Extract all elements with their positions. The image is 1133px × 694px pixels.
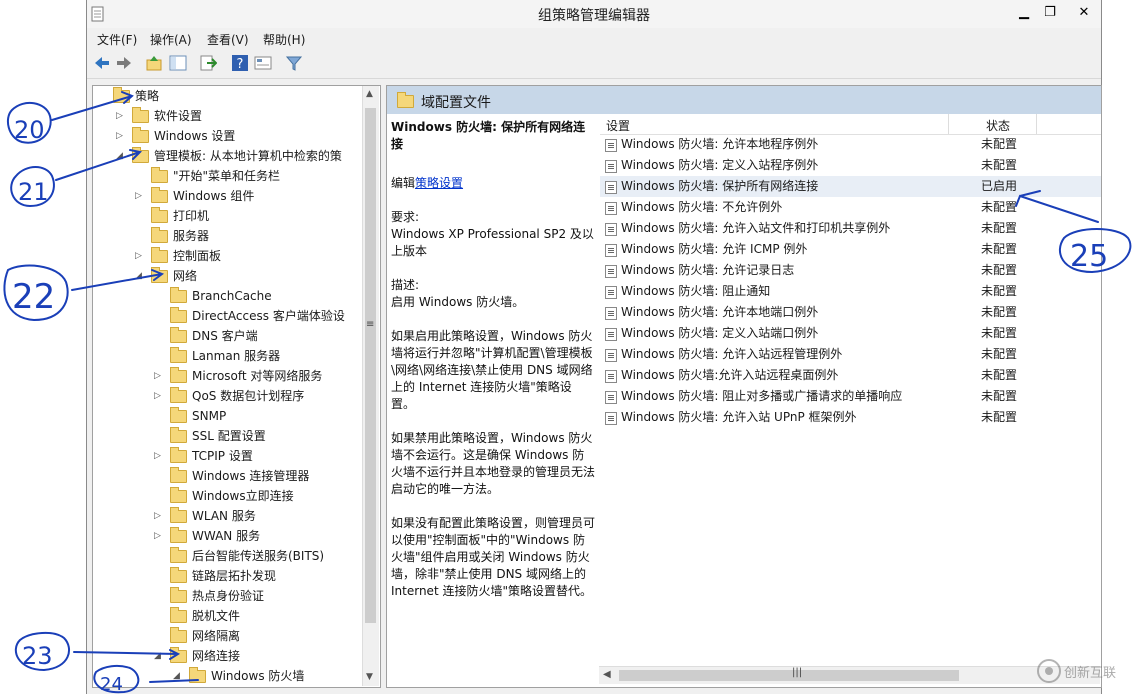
label-21: 21 <box>18 178 49 206</box>
watermark-logo-icon <box>1037 659 1061 683</box>
handwritten-annotations: 20 21 22 23 24 25 <box>3 91 1132 694</box>
arrow-22 <box>71 269 165 291</box>
label-24: 24 <box>100 674 123 694</box>
arrow-24 <box>149 679 199 683</box>
label-23: 23 <box>22 642 53 670</box>
label-20: 20 <box>14 116 45 144</box>
arrow-20 <box>51 91 134 121</box>
watermark-text: 创新互联 <box>1064 666 1117 681</box>
arrow-21 <box>55 149 143 181</box>
arrow-23 <box>73 649 181 660</box>
label-25: 25 <box>1070 239 1108 274</box>
label-22: 22 <box>12 277 55 317</box>
arrow-25 <box>1015 190 1099 223</box>
watermark: 创新互联 <box>1036 656 1132 690</box>
